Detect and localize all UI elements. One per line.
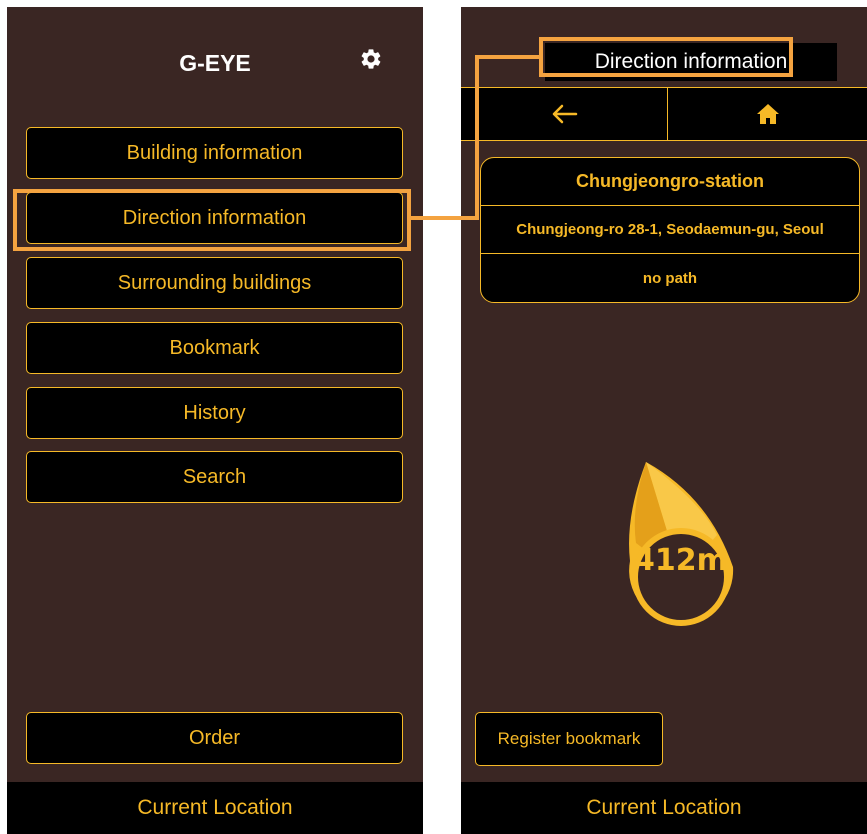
menu-bookmark[interactable]: Bookmark: [26, 322, 403, 374]
back-button[interactable]: [461, 88, 667, 140]
menu-surrounding-buildings[interactable]: Surrounding buildings: [26, 257, 403, 309]
menu-history[interactable]: History: [26, 387, 403, 439]
destination-name: Chungjeongro-station: [481, 158, 859, 206]
direction-pointer-icon: [629, 462, 734, 626]
current-location-bar-right[interactable]: Current Location: [461, 781, 867, 834]
register-bookmark-button[interactable]: Register bookmark: [475, 712, 663, 766]
current-location-bar[interactable]: Current Location: [7, 781, 423, 834]
connector-line-horizontal: [411, 216, 479, 220]
destination-path-status: no path: [642, 269, 698, 287]
main-menu-screen: G-EYE Building information Direction inf…: [7, 7, 423, 834]
direction-information-screen: Direction information Chungjeongro-stati…: [461, 7, 867, 834]
connector-line-vertical: [475, 57, 479, 220]
navigation-bar: [461, 87, 867, 141]
menu-building-information[interactable]: Building information: [26, 127, 403, 179]
order-button[interactable]: Order: [26, 712, 403, 764]
connector-line-top: [475, 55, 541, 59]
home-icon: [756, 104, 779, 124]
destination-card: Chungjeongro-station Chungjeong-ro 28-1,…: [480, 157, 860, 303]
destination-address: Chungjeong-ro 28-1, Seodaemun-gu, Seoul: [481, 206, 859, 254]
arrow-left-icon: [552, 104, 578, 124]
menu-direction-information[interactable]: Direction information: [26, 192, 403, 244]
distance-readout: 412m: [634, 543, 728, 578]
settings-gear-icon[interactable]: [359, 47, 383, 71]
home-button[interactable]: [668, 88, 867, 140]
menu-search[interactable]: Search: [26, 451, 403, 503]
screen-title: Direction information: [545, 43, 837, 81]
